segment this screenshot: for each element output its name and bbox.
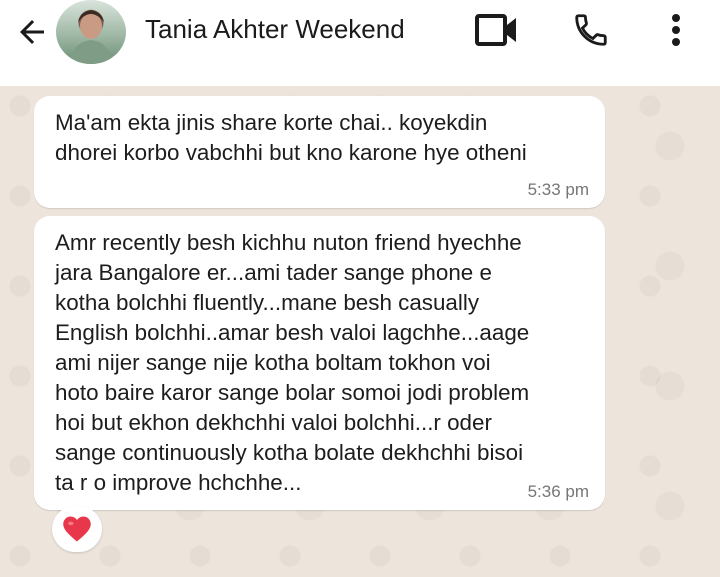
message-text: Ma'am ekta jinis share korte chai.. koye…: [55, 110, 527, 165]
message-bubble[interactable]: Ma'am ekta jinis share korte chai.. koye…: [34, 96, 605, 208]
video-camera-icon: [475, 14, 516, 46]
more-vertical-icon: [672, 14, 680, 46]
message-text: Amr recently besh kichhu nuton friend hy…: [55, 230, 530, 495]
message-bubble[interactable]: Amr recently besh kichhu nuton friend hy…: [34, 216, 605, 510]
heart-icon: [63, 516, 91, 542]
message-reaction[interactable]: [52, 506, 102, 552]
arrow-left-icon: [20, 20, 44, 44]
voice-call-button[interactable]: [569, 10, 613, 50]
back-button[interactable]: [12, 12, 52, 52]
video-call-button[interactable]: [474, 10, 518, 50]
chat-header: Tania Akhter Weekend: [0, 0, 720, 86]
message-timestamp: 5:33 pm: [527, 180, 589, 199]
phone-icon: [575, 14, 607, 46]
avatar-image: [70, 10, 112, 64]
contact-name[interactable]: Tania Akhter Weekend: [145, 14, 405, 45]
message-timestamp: 5:36 pm: [527, 482, 589, 501]
contact-avatar[interactable]: [56, 0, 126, 64]
more-options-button[interactable]: [654, 10, 698, 50]
